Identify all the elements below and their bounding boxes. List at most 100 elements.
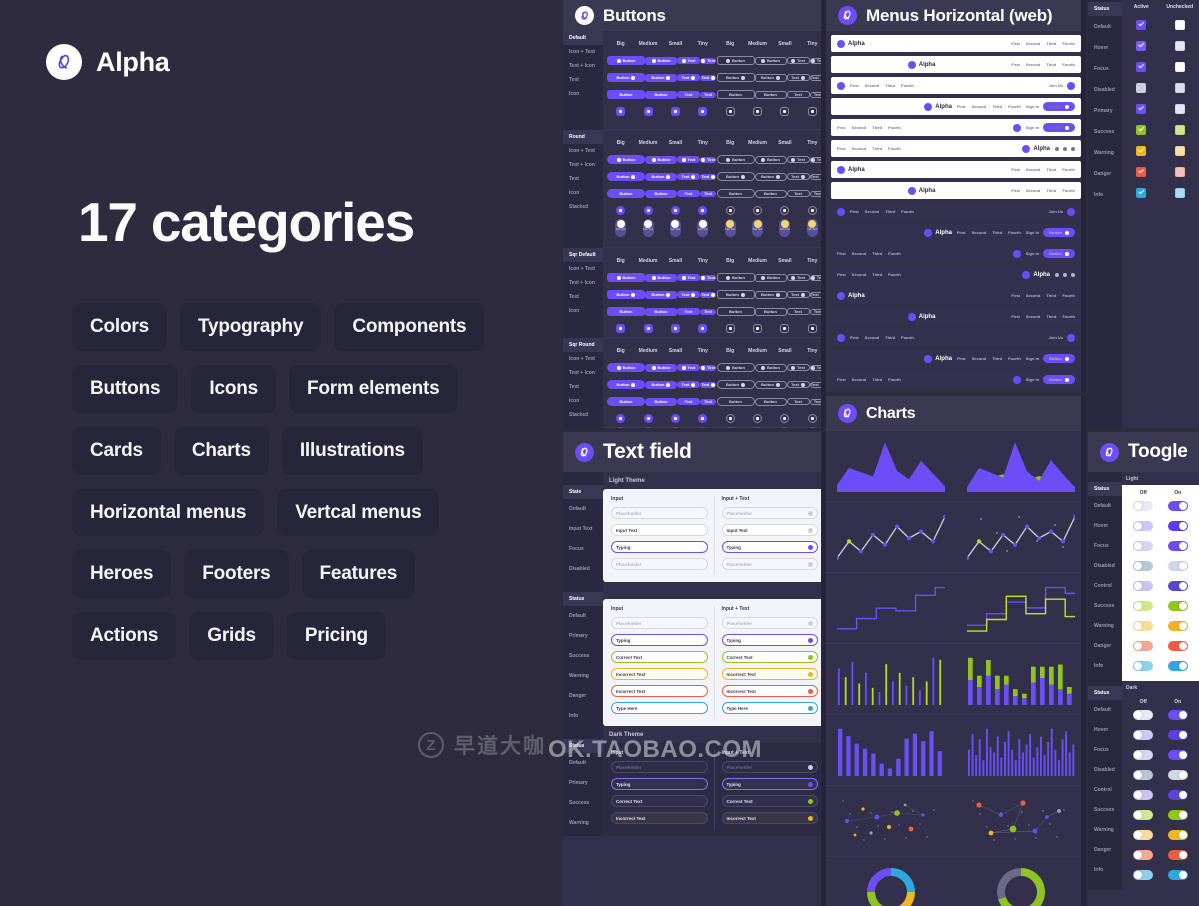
toggle-switch[interactable]	[1133, 581, 1154, 591]
action-button[interactable]: Button	[607, 90, 645, 99]
icon-button[interactable]	[753, 324, 763, 333]
nav-link[interactable]: Second	[865, 83, 879, 88]
text-input-field[interactable]: Incorrect Text	[611, 685, 708, 697]
action-button[interactable]: Text	[677, 74, 700, 81]
toggle-switch[interactable]	[1133, 870, 1154, 880]
nav-brand[interactable]: Alpha	[837, 165, 865, 174]
checkbox[interactable]	[1174, 187, 1185, 198]
action-button[interactable]: Button	[754, 307, 787, 316]
nav-brand[interactable]: Alpha	[924, 102, 952, 111]
category-tag[interactable]: Features	[301, 550, 416, 599]
stacked-fab-button[interactable]: Fab Text	[669, 426, 681, 428]
toggle-switch[interactable]	[1133, 830, 1154, 840]
icon-button[interactable]	[698, 206, 708, 215]
action-button[interactable]: Text	[677, 156, 700, 163]
toggle-switch[interactable]	[1167, 581, 1188, 591]
nav-brand[interactable]: Alpha	[907, 186, 935, 195]
nav-link[interactable]: First	[1011, 293, 1020, 298]
nav-icon[interactable]	[1071, 146, 1075, 151]
toggle-switch[interactable]	[1167, 561, 1188, 571]
checkbox[interactable]	[1136, 40, 1147, 51]
action-button[interactable]: Text	[786, 156, 810, 163]
action-button[interactable]: Text	[786, 274, 810, 281]
text-input-field[interactable]: Placeholder	[721, 761, 818, 773]
nav-cta-button[interactable]: Button	[1043, 228, 1075, 237]
toggle-switch[interactable]	[1133, 601, 1154, 611]
toggle-switch[interactable]	[1167, 641, 1188, 651]
nav-link[interactable]: Second	[972, 356, 986, 361]
icon-button[interactable]	[616, 206, 626, 215]
action-button[interactable]: Button	[754, 380, 787, 389]
toggle-switch[interactable]	[1167, 770, 1188, 780]
nav-link[interactable]: Third	[885, 209, 895, 214]
action-button[interactable]: Text	[786, 381, 810, 388]
action-button[interactable]: Button	[645, 273, 677, 282]
checkbox[interactable]	[1174, 61, 1185, 72]
action-button[interactable]: Button	[645, 90, 677, 99]
icon-button[interactable]	[670, 206, 680, 215]
action-button[interactable]: Text	[786, 173, 810, 180]
nav-link[interactable]: Fourth	[1062, 167, 1075, 172]
icon-button[interactable]	[616, 107, 626, 116]
checkbox[interactable]	[1174, 103, 1185, 114]
icon-button[interactable]	[670, 414, 680, 423]
nav-brand[interactable]: Alpha	[907, 312, 935, 321]
action-button[interactable]: Text	[700, 74, 717, 81]
action-button[interactable]: Button	[754, 172, 787, 181]
icon-button[interactable]	[725, 107, 735, 116]
nav-brand[interactable]: Alpha	[924, 354, 952, 363]
action-button[interactable]: Button	[607, 363, 645, 372]
action-button[interactable]: Text	[786, 291, 810, 298]
nav-link[interactable]: First	[1011, 314, 1020, 319]
stacked-fab-button[interactable]: Fab Text	[752, 218, 764, 237]
nav-link[interactable]: Third	[1046, 314, 1056, 319]
nav-signin-link[interactable]: Sign In	[1026, 230, 1039, 235]
checkbox[interactable]	[1174, 82, 1185, 93]
nav-link[interactable]: First	[957, 230, 966, 235]
text-input-field[interactable]: Correct Text	[721, 651, 818, 663]
category-tag[interactable]: Illustrations	[281, 426, 423, 475]
nav-signin-link[interactable]: Sign In	[1026, 251, 1039, 256]
checkbox[interactable]	[1174, 166, 1185, 177]
text-input-field[interactable]: Input Text	[721, 524, 818, 536]
category-tag[interactable]: Vertcal menus	[277, 488, 440, 537]
nav-brand[interactable]: Alpha	[1022, 270, 1050, 279]
avatar[interactable]	[1067, 333, 1075, 342]
stacked-fab-button[interactable]: Fab Text	[806, 218, 818, 237]
text-input-field[interactable]: Incorrect Text	[721, 812, 818, 824]
action-button[interactable]: Button	[754, 290, 787, 299]
action-button[interactable]: Text	[786, 308, 810, 315]
icon-button[interactable]	[698, 414, 708, 423]
action-button[interactable]: Button	[754, 189, 787, 198]
nav-signin-link[interactable]: Sign In	[1026, 125, 1039, 130]
action-button[interactable]: Button	[754, 397, 787, 406]
icon-button[interactable]	[753, 107, 763, 116]
text-input-field[interactable]: Placeholder	[721, 507, 818, 519]
nav-link[interactable]: Third	[1046, 293, 1056, 298]
nav-link[interactable]: Fourth	[1008, 230, 1021, 235]
toggle-switch[interactable]	[1167, 830, 1188, 840]
nav-link[interactable]: First	[837, 272, 846, 277]
action-button[interactable]: Button	[716, 290, 755, 299]
icon-button[interactable]	[698, 107, 708, 116]
text-input-field[interactable]: Typing	[721, 778, 818, 790]
nav-link[interactable]: Third	[872, 251, 882, 256]
text-input-field[interactable]: Incorrect Text	[721, 685, 818, 697]
action-button[interactable]: Button	[645, 189, 677, 198]
nav-link[interactable]: Second	[852, 146, 866, 151]
text-input-field[interactable]: Typing	[721, 634, 818, 646]
action-button[interactable]: Button	[607, 73, 645, 82]
nav-link[interactable]: First	[1011, 188, 1020, 193]
nav-link[interactable]: Second	[1026, 41, 1040, 46]
nav-link[interactable]: Fourth	[888, 272, 901, 277]
nav-signin-link[interactable]: Sign In	[1026, 377, 1039, 382]
checkbox[interactable]	[1136, 103, 1147, 114]
icon-button[interactable]	[725, 324, 735, 333]
action-button[interactable]: Button	[716, 56, 755, 65]
action-button[interactable]: Text	[700, 381, 717, 388]
nav-link[interactable]: Third	[1046, 188, 1056, 193]
category-tag[interactable]: Buttons	[72, 364, 179, 413]
toggle-switch[interactable]	[1133, 621, 1154, 631]
nav-link[interactable]: First	[850, 209, 859, 214]
action-button[interactable]: Button	[607, 380, 645, 389]
